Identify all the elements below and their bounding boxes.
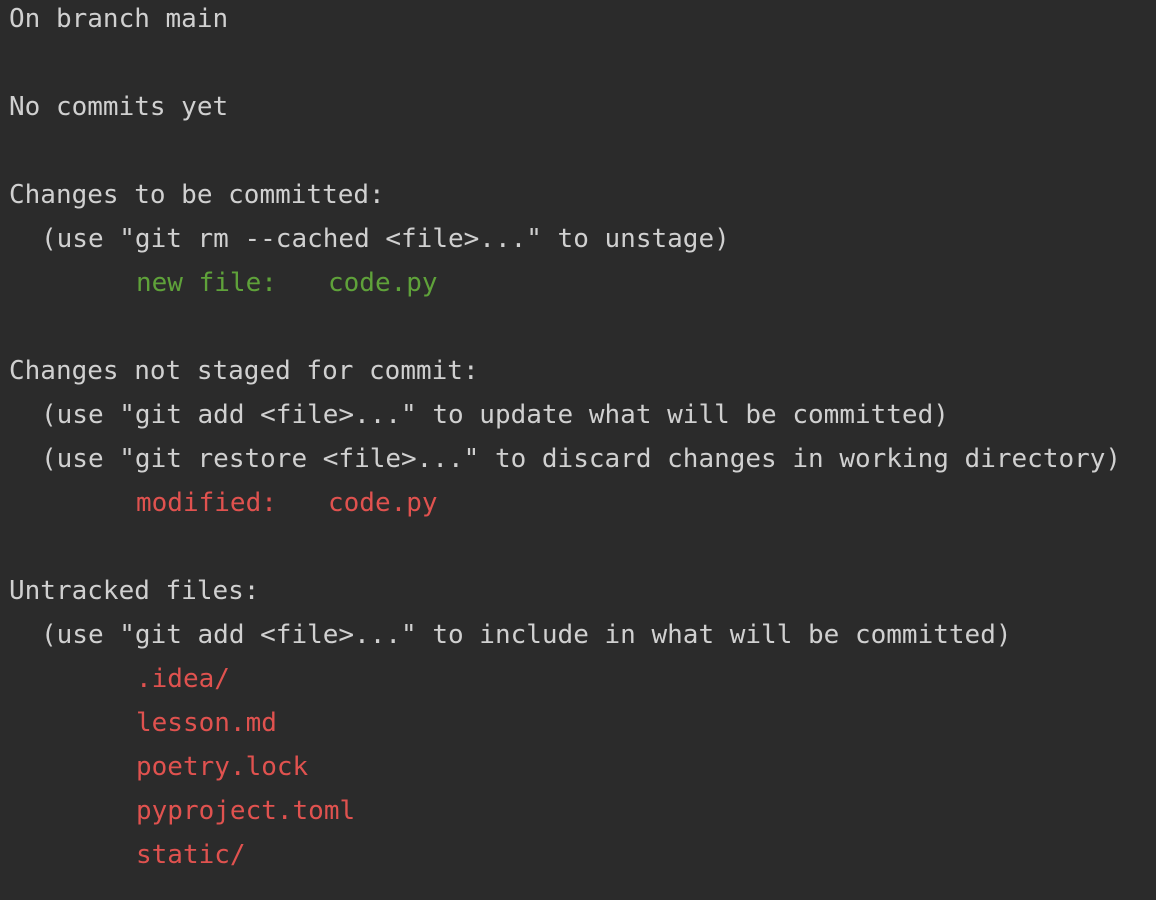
unstaged-entry: modified: code.py: [9, 481, 1156, 525]
staged-entry-file: code.py: [328, 268, 438, 298]
untracked-file: static/: [136, 840, 246, 870]
untracked-file: .idea/: [136, 664, 230, 694]
terminal-output: On branch main No commits yet Changes to…: [0, 0, 1156, 897]
staged-entry: new file: code.py: [9, 261, 1156, 305]
staged-header: Changes to be committed:: [9, 180, 385, 210]
staged-hint: (use "git rm --cached <file>..." to unst…: [41, 224, 730, 254]
untracked-hint: (use "git add <file>..." to include in w…: [41, 620, 1012, 650]
untracked-file: pyproject.toml: [136, 796, 356, 826]
unstaged-hint-restore: (use "git restore <file>..." to discard …: [41, 444, 1122, 474]
unstaged-hint-add: (use "git add <file>..." to update what …: [41, 400, 949, 430]
unstaged-entry-file: code.py: [328, 488, 438, 518]
unstaged-entry-label: modified:: [136, 488, 277, 518]
untracked-file: poetry.lock: [136, 752, 309, 782]
staged-entry-label: new file:: [136, 268, 277, 298]
unstaged-header: Changes not staged for commit:: [9, 356, 479, 386]
untracked-file: lesson.md: [136, 708, 277, 738]
branch-line: On branch main: [9, 4, 229, 34]
commits-line: No commits yet: [9, 92, 229, 122]
untracked-header: Untracked files:: [9, 576, 260, 606]
